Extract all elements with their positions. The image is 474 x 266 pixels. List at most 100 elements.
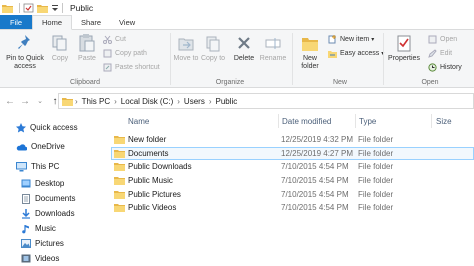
edit-button[interactable]: Edit bbox=[428, 48, 452, 59]
column-header-type[interactable]: Type bbox=[359, 114, 376, 128]
edit-label: Edit bbox=[440, 50, 453, 57]
column-header-size[interactable]: Size bbox=[436, 114, 452, 128]
cut-button[interactable]: Cut bbox=[103, 34, 126, 45]
paste-label: Paste bbox=[78, 55, 96, 62]
computer-icon bbox=[16, 161, 27, 171]
paste-shortcut-button[interactable]: Paste shortcut bbox=[103, 62, 160, 73]
star-icon bbox=[16, 122, 26, 132]
address-bar[interactable]: › This PC › Local Disk (C:) › Users › Pu… bbox=[58, 93, 474, 109]
easy-access-button[interactable]: Easy access ▾ bbox=[328, 48, 384, 59]
folder-icon bbox=[114, 204, 125, 212]
nav-documents-label: Documents bbox=[35, 194, 76, 203]
file-row[interactable]: Documents 12/25/2019 4:27 PM File folder bbox=[111, 147, 474, 160]
properties-button[interactable]: Properties bbox=[386, 33, 422, 63]
move-to-icon bbox=[178, 38, 194, 51]
copy-to-label: Copy to bbox=[200, 55, 226, 62]
copy-icon bbox=[52, 35, 67, 51]
back-arrow-icon[interactable]: ← bbox=[4, 95, 16, 107]
file-row[interactable]: Public Videos 7/10/2015 4:54 PM File fol… bbox=[111, 201, 474, 214]
copy-to-button[interactable]: Copy to bbox=[200, 33, 226, 63]
properties-icon bbox=[397, 35, 411, 52]
breadcrumb-users[interactable]: Users bbox=[184, 97, 205, 106]
pin-label: Pin to Quick access bbox=[6, 55, 44, 70]
pictures-icon bbox=[21, 239, 31, 248]
file-name: Public Music bbox=[128, 176, 173, 185]
file-type: File folder bbox=[358, 203, 394, 212]
copy-path-icon bbox=[103, 49, 112, 58]
nav-downloads-label: Downloads bbox=[35, 209, 75, 218]
rename-button[interactable]: Rename bbox=[258, 33, 288, 63]
new-folder-quick-icon[interactable] bbox=[37, 3, 48, 13]
nav-videos[interactable]: Videos bbox=[21, 252, 59, 265]
properties-check-icon[interactable] bbox=[23, 3, 34, 13]
tab-share[interactable]: Share bbox=[72, 15, 110, 29]
nav-documents[interactable]: Documents bbox=[21, 192, 75, 205]
column-divider[interactable] bbox=[278, 114, 279, 128]
folder-icon bbox=[114, 177, 125, 185]
delete-button[interactable]: Delete bbox=[231, 33, 257, 63]
new-item-button[interactable]: New item ▾ bbox=[328, 34, 374, 45]
column-divider[interactable] bbox=[355, 114, 356, 128]
copy-path-button[interactable]: Copy path bbox=[103, 48, 147, 59]
rename-label: Rename bbox=[259, 55, 287, 62]
edit-icon bbox=[428, 49, 437, 58]
nav-quick-access[interactable]: Quick access bbox=[16, 121, 78, 134]
breadcrumb-separator-icon: › bbox=[75, 96, 78, 106]
paste-shortcut-label: Paste shortcut bbox=[115, 64, 160, 71]
paste-icon bbox=[79, 34, 95, 52]
pin-to-quick-access-button[interactable]: Pin to Quick access bbox=[3, 33, 47, 71]
breadcrumb-local-disk[interactable]: Local Disk (C:) bbox=[121, 97, 173, 106]
history-button[interactable]: History bbox=[428, 62, 462, 73]
folder-icon bbox=[62, 98, 73, 106]
file-row[interactable]: New folder 12/25/2019 4:32 PM File folde… bbox=[111, 133, 474, 146]
copy-label: Copy bbox=[51, 55, 69, 62]
window-title: Public bbox=[70, 2, 94, 13]
copy-button[interactable]: Copy bbox=[48, 33, 72, 63]
pin-icon bbox=[18, 35, 30, 49]
file-name: Public Pictures bbox=[128, 190, 181, 199]
new-item-label: New item bbox=[340, 36, 370, 43]
group-separator bbox=[292, 33, 293, 85]
nav-this-pc-label: This PC bbox=[31, 162, 60, 171]
nav-this-pc[interactable]: This PC bbox=[16, 160, 59, 173]
group-separator bbox=[170, 33, 171, 85]
forward-arrow-icon[interactable]: → bbox=[19, 95, 31, 107]
breadcrumb-public[interactable]: Public bbox=[215, 97, 237, 106]
copy-path-label: Copy path bbox=[115, 50, 147, 57]
nav-desktop[interactable]: Desktop bbox=[21, 177, 64, 190]
file-type: File folder bbox=[358, 190, 394, 199]
nav-downloads[interactable]: Downloads bbox=[21, 207, 75, 220]
file-name: New folder bbox=[128, 135, 167, 144]
group-separator bbox=[383, 33, 384, 85]
nav-onedrive[interactable]: OneDrive bbox=[16, 140, 65, 153]
move-to-button[interactable]: Move to bbox=[173, 33, 199, 63]
tab-file[interactable]: File bbox=[0, 15, 32, 29]
file-row[interactable]: Public Pictures 7/10/2015 4:54 PM File f… bbox=[111, 188, 474, 201]
recent-locations-icon[interactable]: ⌄ bbox=[34, 95, 46, 107]
tab-view[interactable]: View bbox=[110, 15, 144, 29]
breadcrumb-separator-icon: › bbox=[114, 96, 117, 106]
customize-quick-access-icon[interactable] bbox=[51, 3, 59, 13]
breadcrumb-this-pc[interactable]: This PC bbox=[82, 97, 110, 106]
breadcrumb-separator-icon: › bbox=[177, 96, 180, 106]
separator bbox=[62, 2, 63, 13]
file-row[interactable]: Public Music 7/10/2015 4:54 PM File fold… bbox=[111, 174, 474, 187]
cut-label: Cut bbox=[115, 36, 126, 43]
folder-icon bbox=[114, 136, 125, 144]
navigation-pane: Quick access OneDrive This PC Desktop Do… bbox=[0, 114, 106, 266]
folder-icon bbox=[114, 191, 125, 199]
nav-music[interactable]: Music bbox=[21, 222, 56, 235]
open-button[interactable]: Open bbox=[428, 34, 457, 45]
paste-button[interactable]: Paste bbox=[74, 33, 100, 63]
column-divider[interactable] bbox=[431, 114, 432, 128]
file-date: 7/10/2015 4:54 PM bbox=[281, 190, 349, 199]
file-row[interactable]: Public Downloads 7/10/2015 4:54 PM File … bbox=[111, 160, 474, 173]
folder-icon bbox=[2, 4, 13, 13]
tab-home[interactable]: Home bbox=[32, 15, 73, 30]
column-header-name[interactable]: Name bbox=[128, 114, 149, 128]
nav-pictures[interactable]: Pictures bbox=[21, 237, 64, 250]
column-header-date-modified[interactable]: Date modified bbox=[282, 114, 331, 128]
new-folder-button[interactable]: New folder bbox=[295, 33, 325, 71]
open-label: Open bbox=[440, 36, 458, 43]
file-date: 7/10/2015 4:54 PM bbox=[281, 203, 349, 212]
